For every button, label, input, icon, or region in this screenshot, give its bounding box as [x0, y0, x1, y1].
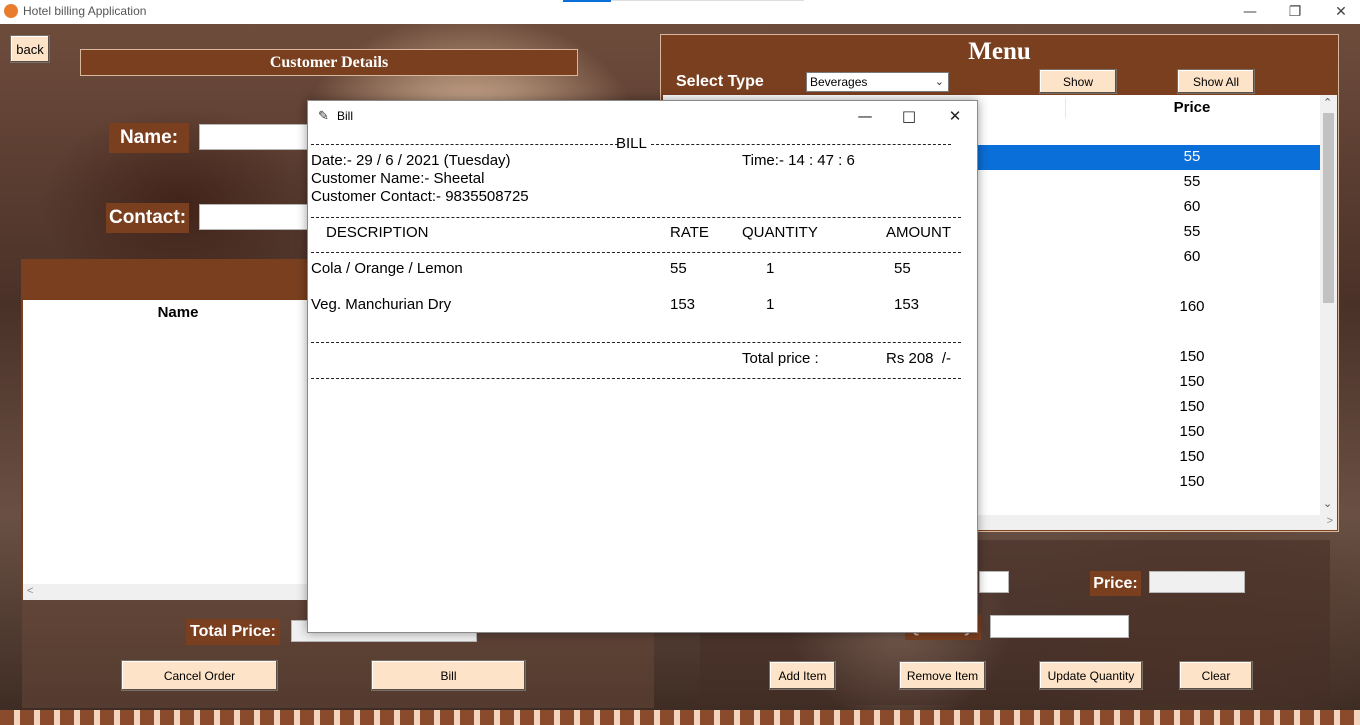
name-label: Name:: [109, 123, 189, 153]
restore-button[interactable]: ❐: [1285, 2, 1305, 22]
menu-header-price[interactable]: Price: [1065, 99, 1319, 116]
show-all-button[interactable]: Show All: [1177, 69, 1255, 94]
close-button[interactable]: ✕: [1331, 2, 1351, 22]
minimize-button[interactable]: —: [1240, 2, 1260, 22]
show-button[interactable]: Show: [1039, 69, 1117, 94]
bill-divider: [651, 144, 951, 145]
menu-price-cell[interactable]: 60: [1065, 198, 1319, 215]
titlebar-accent-line: [611, 0, 804, 1]
clear-button[interactable]: Clear: [1179, 661, 1253, 690]
type-select[interactable]: Beverages ⌄: [806, 72, 949, 92]
bill-divider: [311, 144, 618, 145]
menu-price-cell[interactable]: 150: [1065, 448, 1319, 465]
bill-divider: [311, 252, 961, 253]
bill-minimize-button[interactable]: —: [854, 105, 876, 127]
bill-row-rate: 55: [670, 260, 687, 277]
item-name-field[interactable]: [979, 571, 1009, 593]
menu-price-cell[interactable]: 60: [1065, 248, 1319, 265]
menu-hscrollbar[interactable]: >: [977, 515, 1337, 530]
bill-total-label: Total price :: [742, 350, 819, 367]
back-button[interactable]: back: [10, 35, 50, 63]
bill-heading: BILL: [616, 135, 647, 152]
menu-price-cell[interactable]: 160: [1065, 298, 1319, 315]
feather-icon: ✎: [318, 108, 329, 123]
bill-row-description: Veg. Manchurian Dry: [311, 296, 452, 313]
bill-window-title: Bill: [337, 109, 354, 123]
update-quantity-button[interactable]: Update Quantity: [1039, 661, 1143, 690]
bill-date: Date:- 29 / 6 / 2021 (Tuesday): [311, 152, 511, 169]
menu-price-cell[interactable]: 150: [1065, 398, 1319, 415]
background-floor: [0, 710, 1360, 725]
bill-col-quantity: QUANTITY: [742, 224, 818, 241]
bill-row-quantity: 1: [766, 296, 775, 313]
menu-price-cell[interactable]: 55: [1065, 223, 1319, 240]
menu-vscrollbar[interactable]: ⌃ ⌄: [1320, 95, 1337, 515]
bill-row-quantity: 1: [766, 260, 775, 277]
menu-title: Menu: [968, 38, 1031, 65]
scroll-up-icon[interactable]: ⌃: [1323, 96, 1332, 109]
bill-col-description: DESCRIPTION: [326, 224, 429, 241]
price-label: Price:: [1090, 571, 1141, 596]
name-input[interactable]: [199, 124, 314, 150]
bill-divider: [311, 217, 961, 218]
bill-time: Time:- 14 : 47 : 6: [742, 152, 855, 169]
app-titlebar: Hotel billing Application — ❐ ✕: [0, 0, 1360, 24]
total-price-label: Total Price:: [186, 619, 280, 645]
bill-divider: [311, 378, 961, 379]
bill-col-rate: RATE: [670, 224, 709, 241]
scroll-right-icon[interactable]: >: [1327, 515, 1333, 527]
order-list-hscrollbar[interactable]: <: [23, 584, 309, 600]
customer-details-title: Customer Details: [80, 49, 578, 76]
bill-titlebar: ✎ Bill — □ ✕: [308, 101, 977, 131]
remove-item-button[interactable]: Remove Item: [899, 661, 986, 690]
menu-price-cell[interactable]: 55: [1065, 148, 1319, 165]
select-type-label: Select Type: [676, 73, 764, 90]
app-title: Hotel billing Application: [23, 4, 147, 18]
chevron-down-icon[interactable]: ⌄: [935, 73, 944, 91]
bill-row-amount: 153: [894, 296, 920, 313]
bill-button[interactable]: Bill: [371, 660, 526, 691]
bill-divider: [311, 342, 961, 343]
app-icon: [4, 4, 18, 18]
type-select-value: Beverages: [810, 75, 868, 89]
order-list-header-name[interactable]: Name: [23, 304, 333, 321]
menu-price-cell[interactable]: 150: [1065, 373, 1319, 390]
titlebar-accent: [563, 0, 611, 2]
order-list[interactable]: Name: [23, 300, 309, 584]
menu-price-cell[interactable]: 150: [1065, 473, 1319, 490]
scroll-left-icon[interactable]: <: [27, 585, 33, 597]
bill-row-amount: 55: [894, 260, 911, 277]
bill-customer-name: Customer Name:- Sheetal: [311, 170, 485, 187]
bill-col-amount: AMOUNT: [886, 224, 951, 241]
contact-input[interactable]: [199, 204, 314, 230]
bill-maximize-button[interactable]: □: [898, 105, 920, 127]
menu-price-cell[interactable]: 150: [1065, 423, 1319, 440]
add-item-button[interactable]: Add Item: [769, 661, 836, 690]
bill-customer-contact: Customer Contact:- 9835508725: [311, 188, 529, 205]
bill-row-rate: 153: [670, 296, 696, 313]
bill-row-description: Cola / Orange / Lemon: [311, 260, 463, 277]
quantity-input[interactable]: [990, 615, 1129, 638]
cancel-order-button[interactable]: Cancel Order: [121, 660, 278, 691]
contact-label: Contact:: [106, 203, 189, 233]
menu-price-cell[interactable]: 150: [1065, 348, 1319, 365]
menu-price-cell[interactable]: 55: [1065, 173, 1319, 190]
scrollbar-thumb[interactable]: [1323, 113, 1334, 303]
bill-total-value: Rs 208 /-: [886, 350, 952, 367]
item-price-field: [1149, 571, 1245, 593]
bill-dialog: ✎ Bill — □ ✕ BILL Date:- 29 / 6 / 2021 (…: [307, 100, 978, 633]
scroll-down-icon[interactable]: ⌄: [1323, 497, 1332, 510]
bill-close-button[interactable]: ✕: [944, 105, 966, 127]
